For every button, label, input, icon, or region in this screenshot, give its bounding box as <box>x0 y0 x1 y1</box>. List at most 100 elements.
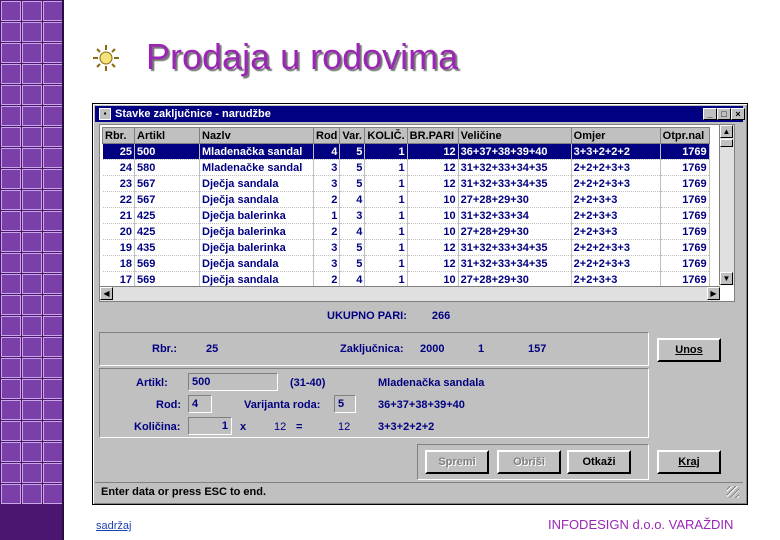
col-artikl[interactable]: Artikl <box>134 127 200 144</box>
app-icon[interactable]: ▪ <box>99 108 111 120</box>
cell-artikl: 425 <box>134 207 200 224</box>
close-icon[interactable]: × <box>731 108 745 120</box>
cell-br-pari: 12 <box>407 239 459 256</box>
col-omjer[interactable]: Omjer <box>570 127 661 144</box>
ratio-value: 3+3+2+2+2 <box>378 421 435 433</box>
scroll-thumb[interactable] <box>720 139 733 147</box>
cell-velicine: 31+32+33+34+35 <box>458 175 572 192</box>
cell-naziv: Mladenačke sandal <box>199 159 314 176</box>
contents-link[interactable]: sadržaj <box>96 520 131 532</box>
cell-kolicina: 1 <box>364 207 408 224</box>
table-row[interactable]: 21 425 Dječja balerinka 1 3 1 10 31+32+3… <box>102 207 710 224</box>
artikl-input[interactable]: 500 <box>188 373 278 391</box>
cell-artikl: 435 <box>134 239 200 256</box>
unos-button[interactable]: Unos <box>657 338 721 362</box>
cell-var: 5 <box>339 255 366 272</box>
varijanta-input[interactable]: 5 <box>334 395 356 413</box>
horizontal-scrollbar[interactable]: ◀ ▶ <box>100 286 720 301</box>
detail-panel: Artikl: 500 (31-40) Mladenačka sandala R… <box>99 368 649 438</box>
col-velicine[interactable]: Veličine <box>457 127 572 144</box>
total-pairs-label: UKUPNO PARI: <box>327 310 407 322</box>
col-otpr-nal[interactable]: Otpr.nal <box>659 127 710 144</box>
cell-rbr: 20 <box>102 223 135 240</box>
cell-velicine: 31+32+33+34+35 <box>458 159 572 176</box>
cell-kolicina: 1 <box>364 143 408 160</box>
col-rod[interactable]: Rod <box>312 127 341 144</box>
table-row[interactable]: 19 435 Dječja balerinka 3 5 1 12 31+32+3… <box>102 239 710 256</box>
total-pairs-value: 266 <box>431 310 451 322</box>
cell-var: 5 <box>339 175 366 192</box>
cell-rbr: 25 <box>102 143 135 160</box>
cell-omjer: 2+2+2+3+3 <box>571 239 661 256</box>
cell-kolicina: 1 <box>364 239 408 256</box>
obrisi-button[interactable]: Obriši <box>497 450 561 474</box>
cell-omjer: 2+2+3+3 <box>571 223 661 240</box>
cell-otpr-nal: 1769 <box>660 223 710 240</box>
cell-naziv: Dječja sandala <box>199 255 314 272</box>
cell-artikl: 567 <box>134 191 200 208</box>
cell-kolicina: 1 <box>364 255 408 272</box>
cell-otpr-nal: 1769 <box>660 191 710 208</box>
vertical-scrollbar[interactable]: ▲ ▼ <box>719 125 734 285</box>
cell-otpr-nal: 1769 <box>660 255 710 272</box>
cell-rod: 3 <box>313 159 341 176</box>
cell-rod: 3 <box>313 255 341 272</box>
multiply-sign: x <box>240 421 247 433</box>
header-panel: Rbr.: 25 Zaključnica: 2000 1 157 <box>99 332 649 366</box>
kraj-button[interactable]: Kraj <box>657 450 721 474</box>
items-grid[interactable]: Rbr. Artikl Nazlv Rod Var. KOLIČ. BR.PAR… <box>99 124 735 302</box>
col-naziv[interactable]: Nazlv <box>199 127 314 144</box>
total-pairs-row: UKUPNO PARI: 266 <box>327 310 450 322</box>
equals-sign: = <box>296 421 303 433</box>
status-text: Enter data or press ESC to end. <box>101 486 267 498</box>
cell-rod: 3 <box>313 239 341 256</box>
table-row[interactable]: 20 425 Dječja balerinka 2 4 1 10 27+28+2… <box>102 223 710 240</box>
cell-rod: 2 <box>313 223 341 240</box>
cell-otpr-nal: 1769 <box>660 143 710 160</box>
minimize-icon[interactable]: _ <box>703 108 717 120</box>
pairs-per-unit: 12 <box>274 421 287 433</box>
cell-var: 4 <box>339 223 366 240</box>
cell-naziv: Dječja balerinka <box>199 207 314 224</box>
cell-br-pari: 12 <box>407 159 459 176</box>
table-row[interactable]: 23 567 Dječja sandala 3 5 1 12 31+32+33+… <box>102 175 710 192</box>
col-br-pari[interactable]: BR.PARI <box>406 127 459 144</box>
scroll-left-icon[interactable]: ◀ <box>100 287 113 300</box>
cell-var: 5 <box>339 143 366 160</box>
scroll-down-icon[interactable]: ▼ <box>720 272 733 285</box>
status-bar: Enter data or press ESC to end. <box>95 482 743 501</box>
cell-br-pari: 12 <box>407 175 459 192</box>
maximize-icon[interactable]: □ <box>717 108 731 120</box>
cell-artikl: 425 <box>134 223 200 240</box>
col-rbr[interactable]: Rbr. <box>102 127 135 144</box>
table-header-row: Rbr. Artikl Nazlv Rod Var. KOLIČ. BR.PAR… <box>102 127 710 144</box>
cell-br-pari: 12 <box>407 255 459 272</box>
col-kolicina[interactable]: KOLIČ. <box>364 127 408 144</box>
rod-label: Rod: <box>156 399 182 411</box>
zakljucnica-number: 1 <box>478 343 485 355</box>
table-row[interactable]: 22 567 Dječja sandala 2 4 1 10 27+28+29+… <box>102 191 710 208</box>
varijanta-sizes: 36+37+38+39+40 <box>378 399 465 411</box>
table-row[interactable]: 25 500 Mladenačka sandal 4 5 1 12 36+37+… <box>102 143 710 160</box>
sun-bullet-icon <box>93 45 119 71</box>
scroll-up-icon[interactable]: ▲ <box>720 125 733 138</box>
size-range: (31-40) <box>290 377 326 389</box>
cell-omjer: 2+2+2+3+3 <box>571 159 661 176</box>
rbr-value: 25 <box>206 343 219 355</box>
cell-naziv: Dječja balerinka <box>199 239 314 256</box>
cell-naziv: Mladenačka sandal <box>199 143 314 160</box>
resize-grip-icon[interactable] <box>727 486 739 498</box>
table-row[interactable]: 24 580 Mladenačke sandal 3 5 1 12 31+32+… <box>102 159 710 176</box>
cell-omjer: 2+2+3+3 <box>571 207 661 224</box>
spremi-button[interactable]: Spremi <box>425 450 489 474</box>
kolicina-input[interactable]: 1 <box>188 417 232 435</box>
rod-input[interactable]: 4 <box>188 395 212 413</box>
col-var[interactable]: Var. <box>339 127 366 144</box>
otkazi-button[interactable]: Otkaži <box>567 450 631 474</box>
cell-velicine: 31+32+33+34+35 <box>458 255 572 272</box>
table-row[interactable]: 18 569 Dječja sandala 3 5 1 12 31+32+33+… <box>102 255 710 272</box>
scroll-right-icon[interactable]: ▶ <box>707 287 720 300</box>
cell-kolicina: 1 <box>364 175 408 192</box>
cell-velicine: 36+37+38+39+40 <box>458 143 572 160</box>
window-titlebar[interactable]: ▪ Stavke zaključnice - narudžbe _ □ × <box>95 106 745 122</box>
